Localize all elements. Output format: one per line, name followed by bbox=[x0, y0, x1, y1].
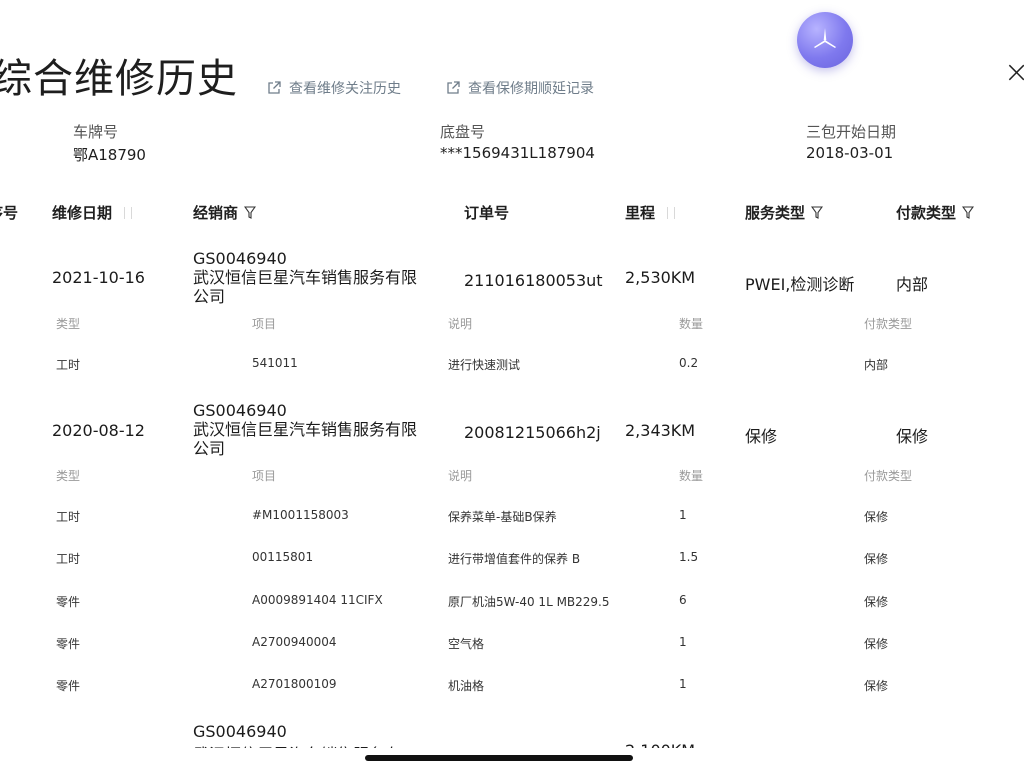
column-header-order: 订单号 bbox=[464, 202, 509, 223]
dealer-name: 武汉恒信巨星汽车销售服务有限公司 bbox=[193, 420, 418, 458]
column-header-dealer-label: 经销商 bbox=[193, 204, 239, 222]
item-qty: 1 bbox=[679, 635, 687, 649]
item-qty: 0.2 bbox=[679, 356, 699, 370]
payment-type: 内部 bbox=[896, 275, 929, 294]
item-type: 工时 bbox=[56, 358, 81, 372]
item-desc: 进行带增值套件的保养 B bbox=[448, 552, 581, 566]
payment-type: 保修 bbox=[896, 427, 929, 446]
item-code: A2700940004 bbox=[252, 635, 337, 649]
sub-header-pay: 付款类型 bbox=[864, 469, 913, 483]
service-type: 保修 bbox=[745, 427, 778, 446]
column-header-order-label: 订单号 bbox=[464, 204, 510, 222]
column-header-date[interactable]: 维修日期 bbox=[52, 202, 133, 223]
column-header-seq: 序号 bbox=[0, 202, 18, 223]
mileage: 2,100KM bbox=[625, 741, 695, 748]
item-qty: 1 bbox=[679, 677, 687, 691]
item-qty: 1 bbox=[679, 508, 687, 522]
plate-label: 车牌号 bbox=[73, 123, 119, 141]
item-pay: 内部 bbox=[864, 358, 889, 372]
sub-header-desc: 说明 bbox=[448, 469, 473, 483]
order-number: 211016180053ut bbox=[464, 271, 603, 290]
sort-icon[interactable] bbox=[124, 206, 133, 219]
item-pay: 保修 bbox=[864, 637, 889, 651]
filter-icon[interactable] bbox=[962, 206, 975, 219]
item-pay: 保修 bbox=[864, 552, 889, 566]
sub-header-item: 项目 bbox=[252, 317, 277, 331]
item-desc: 保养菜单-基础B保养 bbox=[448, 510, 557, 524]
dealer-name: 武汉恒信巨星汽车销售服务有限公司 bbox=[193, 268, 418, 306]
repair-date: 2021-10-16 bbox=[52, 268, 145, 287]
chassis-value: ***1569431L187904 bbox=[440, 144, 595, 162]
home-indicator[interactable] bbox=[365, 755, 633, 761]
item-type: 零件 bbox=[56, 679, 81, 693]
order-number: 20081215066h2j bbox=[464, 423, 601, 442]
star-logo-icon bbox=[814, 28, 836, 48]
item-desc: 空气格 bbox=[448, 637, 485, 651]
dealer-code: GS0046940 bbox=[193, 401, 287, 420]
column-header-mileage-label: 里程 bbox=[625, 204, 656, 222]
item-qty: 6 bbox=[679, 593, 687, 607]
external-link-icon bbox=[268, 81, 281, 94]
filter-icon[interactable] bbox=[244, 206, 257, 219]
item-desc: 机油格 bbox=[448, 679, 485, 693]
mileage: 2,530KM bbox=[625, 268, 696, 287]
item-type: 零件 bbox=[56, 637, 81, 651]
column-header-payment[interactable]: 付款类型 bbox=[896, 202, 975, 223]
item-code: 541011 bbox=[252, 356, 298, 370]
column-header-payment-label: 付款类型 bbox=[896, 204, 957, 222]
column-header-service-label: 服务类型 bbox=[745, 204, 806, 222]
service-type: PWEI,检测诊断 bbox=[745, 275, 855, 294]
sub-header-qty: 数量 bbox=[679, 317, 704, 331]
sub-header-pay: 付款类型 bbox=[864, 317, 913, 331]
close-icon[interactable]: × bbox=[1004, 58, 1024, 88]
item-qty: 1.5 bbox=[679, 550, 699, 564]
external-link-icon bbox=[447, 81, 460, 94]
sub-header-item: 项目 bbox=[252, 469, 277, 483]
view-focus-history-link[interactable]: 查看维修关注历史 bbox=[266, 78, 401, 98]
item-code: #M1001158003 bbox=[252, 508, 349, 522]
assistant-avatar-button[interactable] bbox=[797, 12, 853, 68]
item-pay: 保修 bbox=[864, 679, 889, 693]
item-desc: 进行快速测试 bbox=[448, 358, 521, 372]
column-header-service[interactable]: 服务类型 bbox=[745, 202, 824, 223]
view-focus-history-label: 查看维修关注历史 bbox=[289, 81, 401, 97]
sub-header-desc: 说明 bbox=[448, 317, 473, 331]
column-header-mileage[interactable]: 里程 bbox=[625, 202, 676, 223]
sort-icon[interactable] bbox=[667, 206, 676, 219]
view-warranty-extension-link[interactable]: 查看保修期顺延记录 bbox=[445, 78, 594, 98]
warranty-start-value: 2018-03-01 bbox=[806, 144, 894, 162]
column-header-dealer[interactable]: 经销商 bbox=[193, 202, 257, 223]
column-header-seq-label: 序号 bbox=[0, 204, 19, 222]
repair-date: 2020-08-12 bbox=[52, 421, 145, 440]
sub-header-type: 类型 bbox=[56, 469, 81, 483]
dealer-name: 武汉恒信巨星汽车销售服务有 bbox=[193, 741, 401, 748]
item-type: 工时 bbox=[56, 552, 81, 566]
item-type: 工时 bbox=[56, 510, 81, 524]
chassis-label: 底盘号 bbox=[440, 123, 486, 141]
item-code: A2701800109 bbox=[252, 677, 337, 691]
dealer-code: GS0046940 bbox=[193, 249, 287, 268]
item-desc: 原厂机油5W-40 1L MB229.5 bbox=[448, 595, 610, 609]
mileage: 2,343KM bbox=[625, 421, 696, 440]
item-type: 零件 bbox=[56, 595, 81, 609]
item-pay: 保修 bbox=[864, 510, 889, 524]
filter-icon[interactable] bbox=[811, 206, 824, 219]
page-title: 综合维修历史 bbox=[0, 56, 238, 102]
warranty-start-label: 三包开始日期 bbox=[806, 123, 897, 141]
view-warranty-extension-label: 查看保修期顺延记录 bbox=[468, 81, 594, 97]
item-code: 00115801 bbox=[252, 550, 314, 564]
column-header-date-label: 维修日期 bbox=[52, 204, 113, 222]
item-code: A0009891404 11CIFX bbox=[252, 593, 383, 607]
dealer-code: GS0046940 bbox=[193, 722, 287, 741]
item-pay: 保修 bbox=[864, 595, 889, 609]
plate-value: 鄂A18790 bbox=[73, 146, 146, 164]
sub-header-qty: 数量 bbox=[679, 469, 704, 483]
sub-header-type: 类型 bbox=[56, 317, 81, 331]
